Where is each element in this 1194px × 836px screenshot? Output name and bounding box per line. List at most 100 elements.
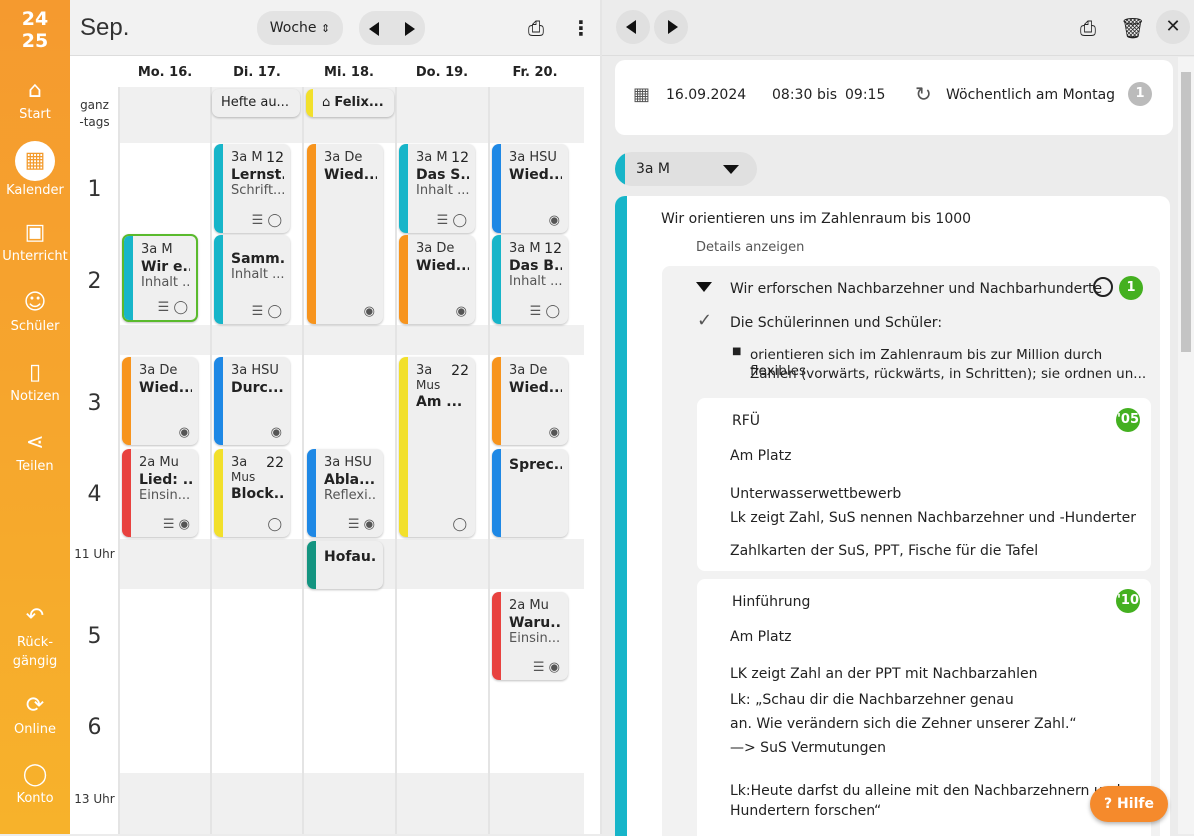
print-icon[interactable]: ⎙: [1080, 16, 1096, 40]
nav-undo[interactable]: ↶ Rück-gängig: [0, 604, 70, 671]
event-number: 22: [451, 363, 469, 379]
event-card[interactable]: 3a HSU Durc... ◉: [214, 357, 290, 445]
event-card[interactable]: Hofau...: [307, 541, 383, 589]
event-title: Durc...: [231, 380, 284, 396]
event-subtitle: Inhalt ...: [231, 267, 284, 282]
event-class: 3a De: [416, 241, 455, 256]
calendar-icon: ▦: [15, 141, 55, 181]
print-icon[interactable]: ⎙: [528, 16, 544, 40]
event-card[interactable]: 3a M 12 Das B... Inhalt ... ☰ ◯: [492, 235, 568, 324]
nav-online[interactable]: ⟳ Online: [0, 693, 70, 737]
status-done-icon: ◉: [363, 304, 375, 319]
phase-card[interactable]: RFÜ '05 Am Platz Unterwasserwettbewerb L…: [697, 398, 1151, 571]
event-card[interactable]: 3a HSU Abla... Reflexi... ☰ ◉: [307, 449, 383, 537]
status-open-icon[interactable]: [1093, 277, 1113, 297]
help-button[interactable]: ? Hilfe: [1090, 786, 1168, 822]
allday-event[interactable]: ⌂ Felix...: [306, 89, 394, 117]
event-card[interactable]: 3a De Wied... ◉: [399, 235, 475, 324]
nav-unterricht[interactable]: ▣ Unterricht: [0, 220, 70, 264]
phase-text: Unterwasserwettbewerb: [730, 486, 902, 502]
undo-icon: ↶: [25, 604, 45, 629]
event-class: 3a M: [141, 242, 173, 257]
event-card[interactable]: 3a Mus 22 Block... ◯: [214, 449, 290, 537]
phase-text: LK zeigt Zahl an der PPT mit Nachbarzahl…: [730, 666, 1038, 682]
details-link[interactable]: Details anzeigen: [696, 240, 804, 255]
event-card[interactable]: 3a De Wied... ◉: [122, 357, 198, 445]
event-title: Lernst...: [231, 167, 284, 183]
trash-icon[interactable]: 🗑: [1120, 16, 1145, 40]
column-divider: [302, 87, 304, 834]
prev-icon: [626, 20, 636, 34]
event-card[interactable]: 2a Mu Waru... Einsin... ☰ ◉: [492, 592, 568, 680]
bullet-icon: ■: [732, 346, 742, 357]
list-status-icon: ☰ ◯: [436, 213, 467, 228]
detail-scrollbar[interactable]: [1178, 57, 1194, 834]
event-color-bar: [306, 89, 313, 117]
collapse-icon[interactable]: [696, 282, 712, 292]
lesson-date[interactable]: 16.09.2024: [666, 87, 746, 103]
list-status-icon: ☰ ◯: [157, 300, 188, 315]
prev-lesson-button[interactable]: [616, 10, 650, 44]
sync-icon: ⟳: [25, 693, 45, 718]
event-card[interactable]: 3a HSU Wied... ◉: [492, 144, 568, 233]
event-color-bar: [307, 541, 316, 589]
scrollbar-thumb[interactable]: [1181, 72, 1191, 352]
day-header: Fr. 20.: [512, 65, 558, 80]
event-card[interactable]: Sprec...: [492, 449, 568, 537]
period-label: 3: [87, 391, 102, 416]
calendar-header: Sep. Woche ⇕ ⎙ ⋮: [70, 0, 600, 56]
list-status-icon: ☰ ◉: [347, 517, 375, 532]
year-label: 24 25: [0, 8, 70, 52]
event-card[interactable]: 3a De Wied... ◉: [307, 144, 383, 324]
lesson-time-from[interactable]: 08:30: [772, 87, 812, 103]
event-card[interactable]: 3a M 12 Lernst... Schrift... ☰ ◯: [214, 144, 290, 233]
nav-notizen[interactable]: ▯ Notizen: [0, 360, 70, 404]
phase-card[interactable]: Hinführung '10 Am Platz LK zeigt Zahl an…: [697, 579, 1151, 836]
recurrence-text[interactable]: Wöchentlich am Montag: [946, 87, 1115, 103]
close-button[interactable]: ✕: [1156, 10, 1190, 44]
status-done-icon: ◉: [548, 425, 560, 440]
class-select[interactable]: 3a M: [615, 152, 757, 186]
view-select-label: Woche: [269, 20, 317, 36]
event-title: Wied...: [509, 380, 562, 396]
view-select[interactable]: Woche ⇕: [257, 11, 343, 45]
allday-event[interactable]: Hefte au...: [212, 89, 300, 117]
students-icon: ☺: [23, 290, 47, 315]
event-card[interactable]: 3a M 12 Das S... Inhalt ... ☰ ◯: [399, 144, 475, 233]
calendar-icon: ▦: [633, 84, 651, 105]
event-subtitle: Einsin...: [139, 488, 191, 503]
event-class: 3a HSU: [324, 455, 372, 470]
event-class-sub: Mus: [416, 378, 441, 392]
nav-start[interactable]: ⌂ Start: [0, 78, 70, 122]
event-class: 3a De: [509, 363, 548, 378]
event-color-bar: [492, 144, 501, 233]
event-card[interactable]: 2a Mu Lied: ... Einsin... ☰ ◉: [122, 449, 198, 537]
event-card[interactable]: 3a De Wied... ◉: [492, 357, 568, 445]
more-icon[interactable]: ⋮: [571, 16, 591, 40]
year-bottom: 25: [21, 30, 49, 52]
goal-text: Zählen (vorwärts, rückwärts, in Schritte…: [750, 366, 1147, 382]
event-card[interactable]: 3a M Wir e... Inhalt ... ☰ ◯: [122, 234, 198, 322]
lesson-time-to[interactable]: 09:15: [845, 87, 885, 103]
nav-schueler[interactable]: ☺ Schüler: [0, 290, 70, 334]
break-band: [119, 325, 584, 355]
nav-teilen[interactable]: ⋖ Teilen: [0, 430, 70, 474]
period-label: 1: [87, 177, 102, 202]
prev-week-icon[interactable]: [369, 22, 379, 36]
event-title: Wied...: [416, 258, 469, 274]
nav-kalender[interactable]: ▦ Kalender: [0, 141, 70, 198]
lesson-icon: ▣: [24, 220, 46, 245]
next-lesson-button[interactable]: [654, 10, 688, 44]
event-title: Wied...: [139, 380, 192, 396]
period-label: 4: [87, 482, 102, 507]
event-card[interactable]: 3a Mus 22 Am ... ◯: [399, 357, 475, 537]
nav-konto[interactable]: ◯ Konto: [0, 762, 70, 806]
event-class: 3a De: [324, 150, 363, 165]
column-divider: [488, 87, 490, 834]
phase-text: Lk:Heute darfst du alleine mit den Nachb…: [730, 783, 1121, 799]
time-label: 11 Uhr: [74, 547, 115, 561]
next-week-icon[interactable]: [405, 22, 415, 36]
event-card[interactable]: Samm... Inhalt ... ☰ ◯: [214, 235, 290, 324]
week-nav: [359, 11, 425, 45]
event-class: 3a HSU: [509, 150, 557, 165]
